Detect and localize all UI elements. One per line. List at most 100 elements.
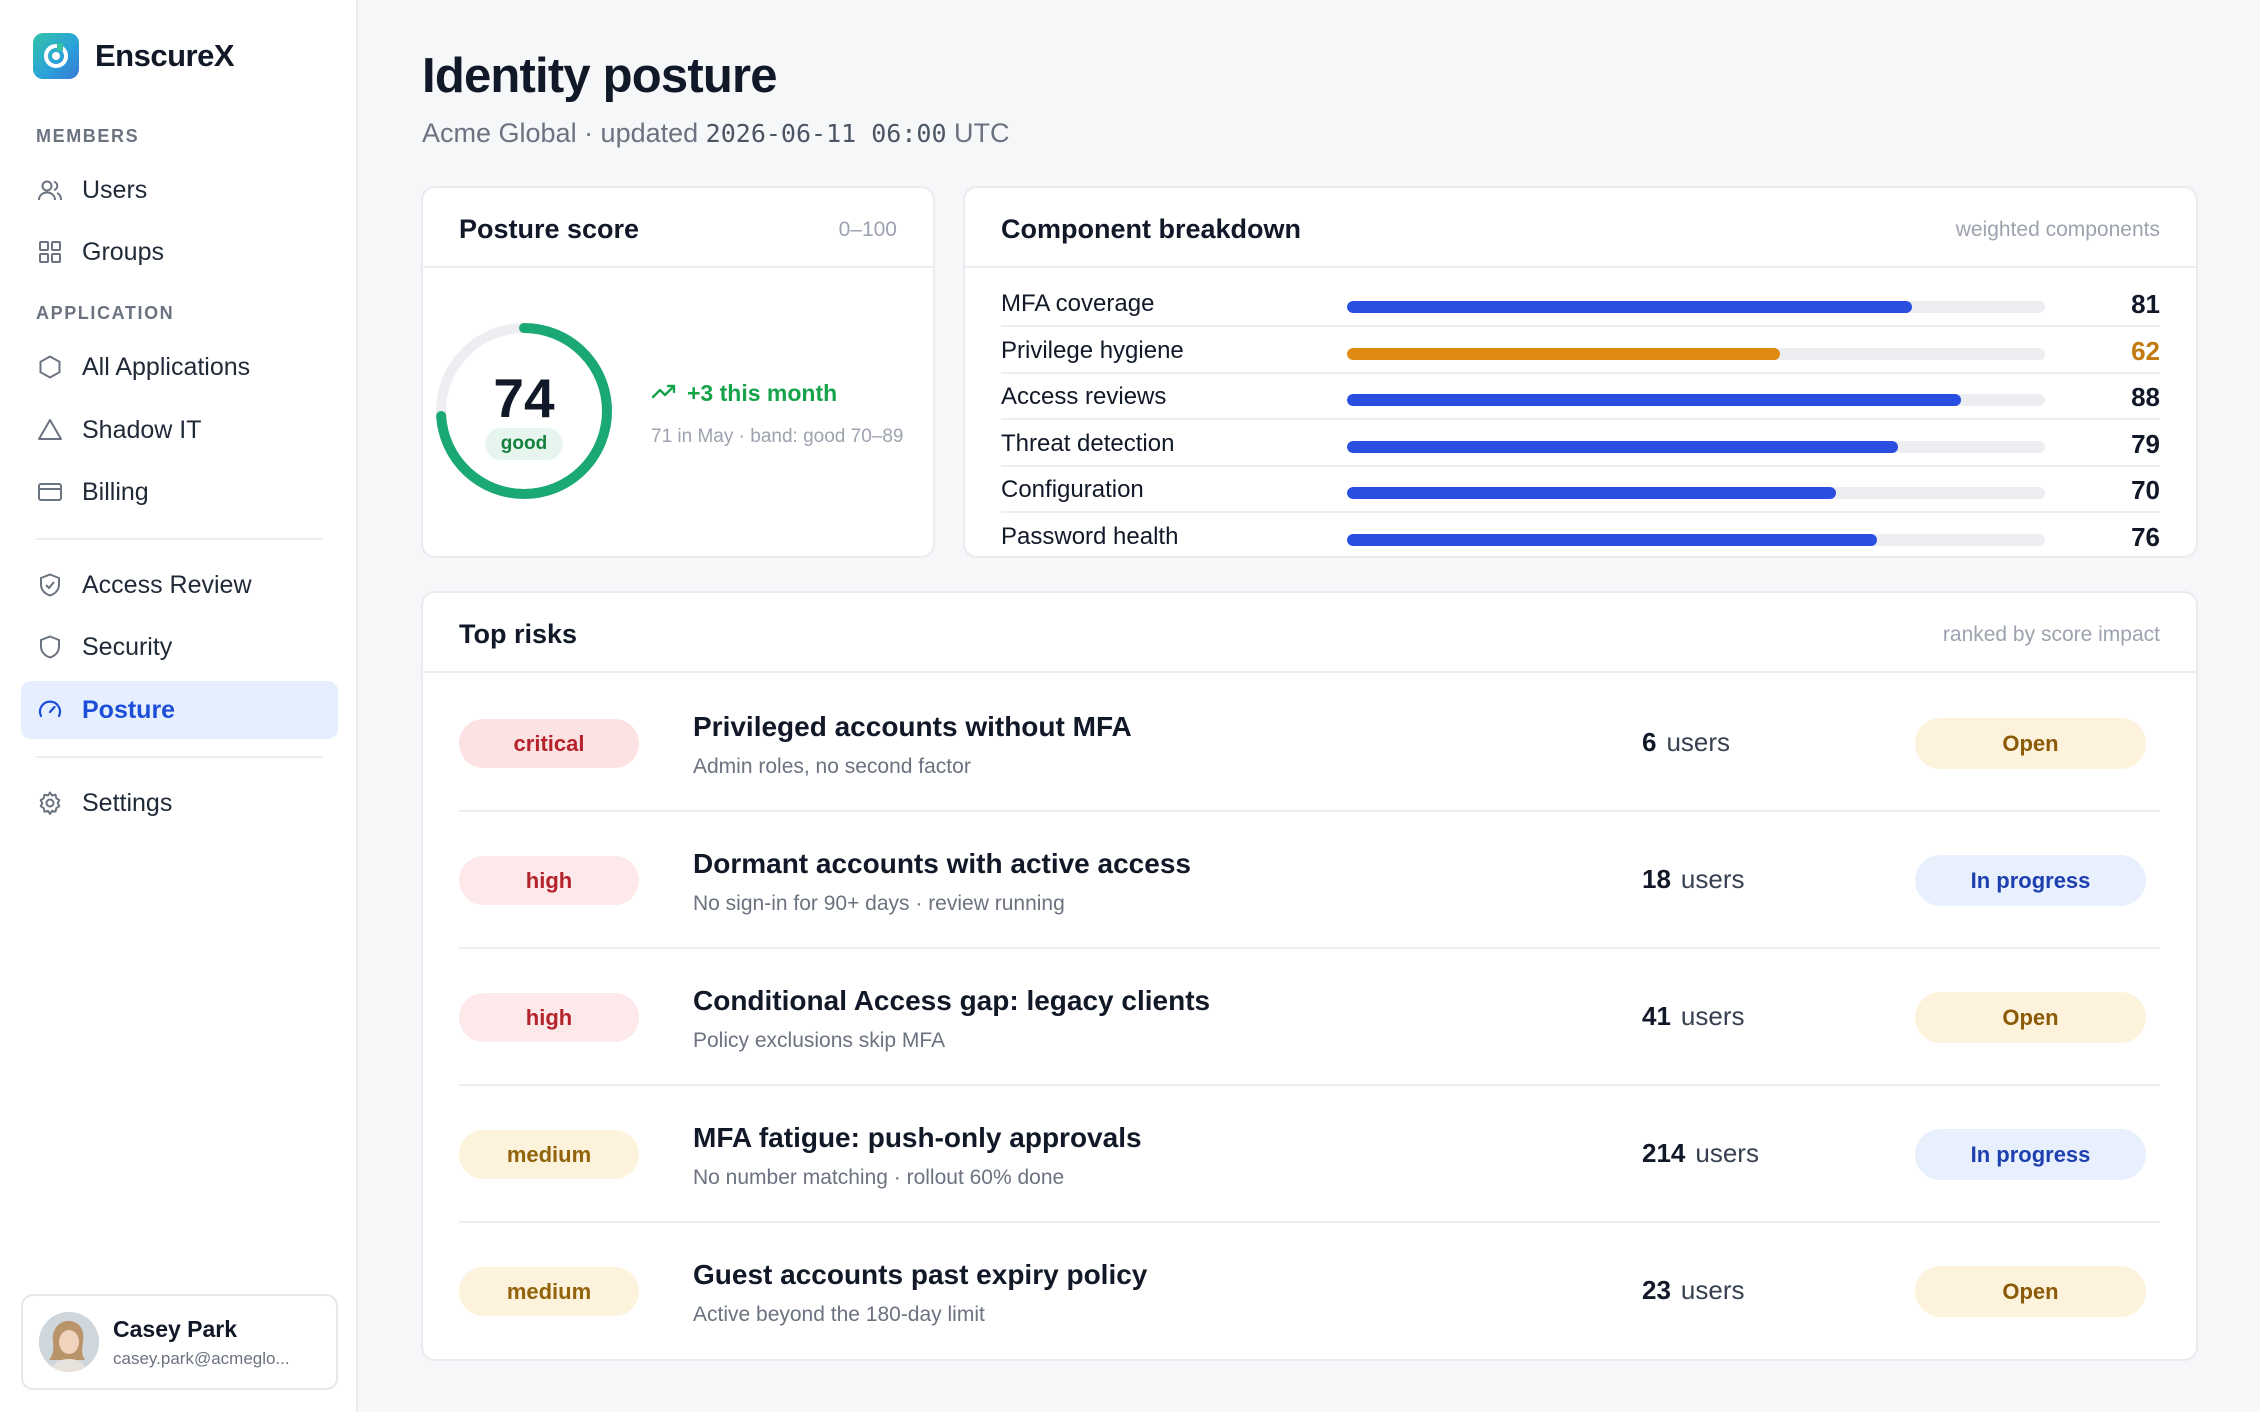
component-name: Password health	[1001, 522, 1179, 550]
updated-timestamp: 2026-06-11 06:00	[705, 119, 947, 148]
affected-count-value: 41	[1642, 1001, 1671, 1031]
severity-badge: medium	[459, 1130, 639, 1179]
gear-icon	[36, 789, 64, 817]
component-bar-track	[1347, 347, 2045, 360]
risk-title[interactable]: Privileged accounts without MFA	[693, 711, 1132, 743]
gauge-icon	[36, 696, 64, 724]
sidebar: EnscureX MEMBERS Users Groups APPLICATIO…	[0, 0, 358, 1412]
card-title: Top risks	[459, 619, 578, 649]
sidebar-item-posture[interactable]: Posture	[21, 681, 338, 739]
sidebar-item-label: All Applications	[82, 352, 251, 381]
component-bar-track	[1347, 394, 2045, 406]
component-value: 81	[2131, 289, 2160, 319]
risk-row[interactable]: medium Guest accounts past expiry policy A…	[459, 1223, 2160, 1360]
affected-count-unit: users	[1680, 1275, 1745, 1305]
sidebar-item-groups[interactable]: Groups	[21, 223, 338, 281]
sidebar-item-all-applications[interactable]: All Applications	[21, 338, 338, 396]
sidebar-item-label: Access Review	[82, 570, 252, 599]
sidebar-divider	[36, 756, 323, 758]
subtitle-prefix: Acme Global · updated	[422, 118, 706, 148]
component-name: Threat detection	[1001, 429, 1175, 457]
affected-count: 6 users	[1642, 727, 1730, 758]
affected-count-value: 23	[1642, 1275, 1671, 1305]
affected-count-unit: users	[1680, 1001, 1745, 1031]
trend-text: +3 this month	[687, 380, 838, 406]
status-badge[interactable]: In progress	[1915, 855, 2146, 906]
card-icon	[36, 478, 64, 506]
sidebar-item-users[interactable]: Users	[21, 161, 338, 219]
score-value: 74	[493, 367, 555, 429]
user-card[interactable]: Casey Park casey.park@acmeglo...	[21, 1294, 338, 1390]
severity-badge: high	[459, 856, 639, 905]
risk-description: No sign-in for 90+ days · review running	[693, 892, 1065, 915]
affected-count-unit: users	[1666, 727, 1731, 757]
status-badge[interactable]: Open	[1915, 992, 2146, 1043]
component-bar-fill	[1347, 487, 1836, 499]
affected-count: 23 users	[1642, 1275, 1745, 1306]
component-bar-fill	[1347, 394, 1962, 406]
status-badge[interactable]: Open	[1915, 718, 2146, 769]
score-note: 71 in May · band: good 70–89	[651, 426, 904, 447]
affected-count-unit: users	[1695, 1138, 1759, 1168]
sidebar-item-access-review[interactable]: Access Review	[21, 556, 338, 614]
section-label-application: APPLICATION	[36, 303, 175, 323]
affected-count-value: 18	[1642, 864, 1671, 894]
component-row: Configuration 70	[1001, 467, 2160, 513]
status-badge[interactable]: In progress	[1915, 1129, 2146, 1180]
risk-description: No number matching · rollout 60% done	[693, 1166, 1065, 1189]
risk-title[interactable]: Dormant accounts with active access	[693, 848, 1191, 880]
sidebar-item-label: Users	[82, 175, 148, 204]
sidebar-item-security[interactable]: Security	[21, 618, 338, 676]
risk-row[interactable]: high Conditional Access gap: legacy clien…	[459, 949, 2160, 1086]
card-header: Component breakdown weighted components	[965, 188, 2196, 268]
risk-row[interactable]: critical Privileged accounts without MFA A…	[459, 675, 2160, 812]
users-icon	[36, 176, 64, 204]
hexagon-icon	[36, 353, 64, 381]
score-trend: +3 this month	[651, 380, 837, 407]
brand-logo-icon	[33, 33, 79, 79]
component-value: 70	[2131, 475, 2160, 505]
sidebar-item-billing[interactable]: Billing	[21, 463, 338, 521]
component-bar-track	[1347, 487, 2045, 499]
component-row: Privilege hygiene 62	[1001, 328, 2160, 374]
component-bar-track	[1347, 533, 2045, 546]
status-badge[interactable]: Open	[1915, 1266, 2146, 1317]
sidebar-item-settings[interactable]: Settings	[21, 774, 338, 832]
sidebar-item-label: Settings	[82, 788, 173, 817]
risk-title[interactable]: MFA fatigue: push-only approvals	[693, 1122, 1142, 1154]
severity-badge: high	[459, 993, 639, 1042]
risk-row[interactable]: medium MFA fatigue: push-only approvals No…	[459, 1086, 2160, 1223]
component-value: 79	[2131, 428, 2160, 459]
avatar	[39, 1312, 99, 1372]
component-row: Password health 76	[1001, 514, 2160, 560]
risk-row[interactable]: high Dormant accounts with active access N…	[459, 812, 2160, 949]
card-title: Component breakdown	[1001, 214, 1302, 244]
risk-title[interactable]: Guest accounts past expiry policy	[693, 1259, 1147, 1291]
trend-up-icon	[651, 381, 677, 406]
page-title: Identity posture	[422, 49, 778, 103]
component-breakdown-card: Component breakdown weighted components …	[963, 186, 2198, 558]
score-band-badge: good	[485, 428, 563, 460]
component-name: Configuration	[1001, 476, 1144, 503]
component-name: Privilege hygiene	[1001, 336, 1184, 364]
component-value: 88	[2131, 382, 2160, 412]
user-email: casey.park@acmeglo...	[113, 1348, 290, 1368]
component-name: MFA coverage	[1001, 290, 1155, 317]
brand-name: EnscureX	[95, 38, 235, 73]
card-title: Posture score	[459, 214, 640, 244]
risk-description: Admin roles, no second factor	[693, 755, 971, 778]
component-row: Threat detection 79	[1001, 421, 2160, 467]
card-meta: weighted components	[1955, 218, 2160, 241]
brand[interactable]: EnscureX	[33, 33, 235, 79]
sidebar-item-label: Security	[82, 632, 173, 661]
shield-icon	[36, 633, 64, 661]
component-bar-fill	[1347, 301, 1913, 313]
posture-score-card: Posture score 0–100 74 good +3 this mont…	[421, 186, 935, 558]
affected-count-unit: users	[1680, 864, 1745, 894]
sidebar-item-shadow-it[interactable]: Shadow IT	[21, 401, 338, 459]
user-name: Casey Park	[113, 1315, 238, 1342]
affected-count-value: 6	[1642, 727, 1657, 757]
component-row: MFA coverage 81	[1001, 281, 2160, 327]
risk-title[interactable]: Conditional Access gap: legacy clients	[693, 985, 1210, 1017]
risk-description: Active beyond the 180-day limit	[693, 1303, 985, 1326]
